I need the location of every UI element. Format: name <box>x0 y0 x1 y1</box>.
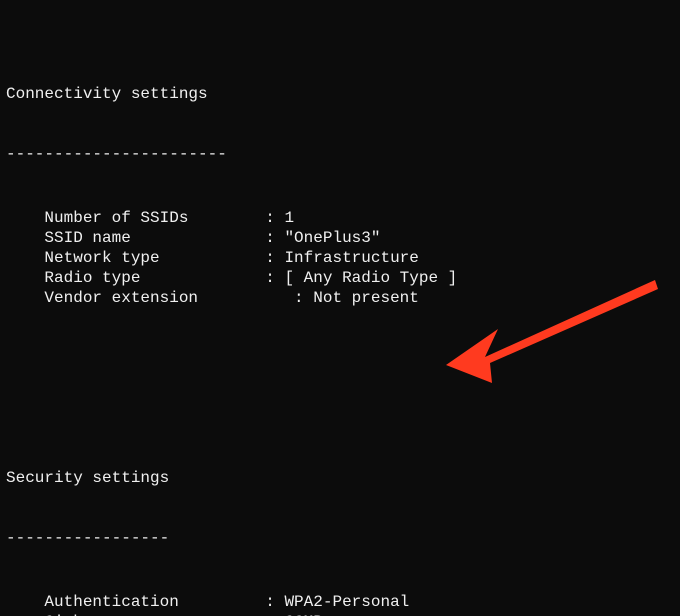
output-row: Network type : Infrastructure <box>6 248 680 268</box>
output-row: Radio type : [ Any Radio Type ] <box>6 268 680 288</box>
output-row: Number of SSIDs : 1 <box>6 208 680 228</box>
output-row: Vendor extension : Not present <box>6 288 680 308</box>
section-title-connectivity: Connectivity settings <box>6 84 680 104</box>
value: : WPA2-Personal <box>265 593 409 611</box>
output-row: Authentication : WPA2-Personal <box>6 592 680 612</box>
value: : [ Any Radio Type ] <box>265 269 457 287</box>
section-title-security: Security settings <box>6 468 680 488</box>
section-divider: ----------------- <box>6 528 680 548</box>
output-row: SSID name : "OnePlus3" <box>6 228 680 248</box>
value: : Infrastructure <box>265 249 419 267</box>
label: SSID name <box>6 228 265 248</box>
value: : Not present <box>294 289 419 307</box>
terminal-output: Connectivity settings ------------------… <box>0 0 680 616</box>
value: : "OnePlus3" <box>265 229 380 247</box>
output-row: Cipher : CCMP <box>6 612 680 616</box>
section-body-connectivity: Number of SSIDs : 1 SSID name : "OnePlus… <box>6 208 680 308</box>
label: Number of SSIDs <box>6 208 265 228</box>
label: Network type <box>6 248 265 268</box>
label: Vendor extension <box>6 288 294 308</box>
section-divider: ----------------------- <box>6 144 680 164</box>
value: : 1 <box>265 209 294 227</box>
label: Authentication <box>6 592 265 612</box>
label: Radio type <box>6 268 265 288</box>
label: Cipher <box>6 612 265 616</box>
section-body-security: Authentication : WPA2-Personal Cipher : … <box>6 592 680 616</box>
